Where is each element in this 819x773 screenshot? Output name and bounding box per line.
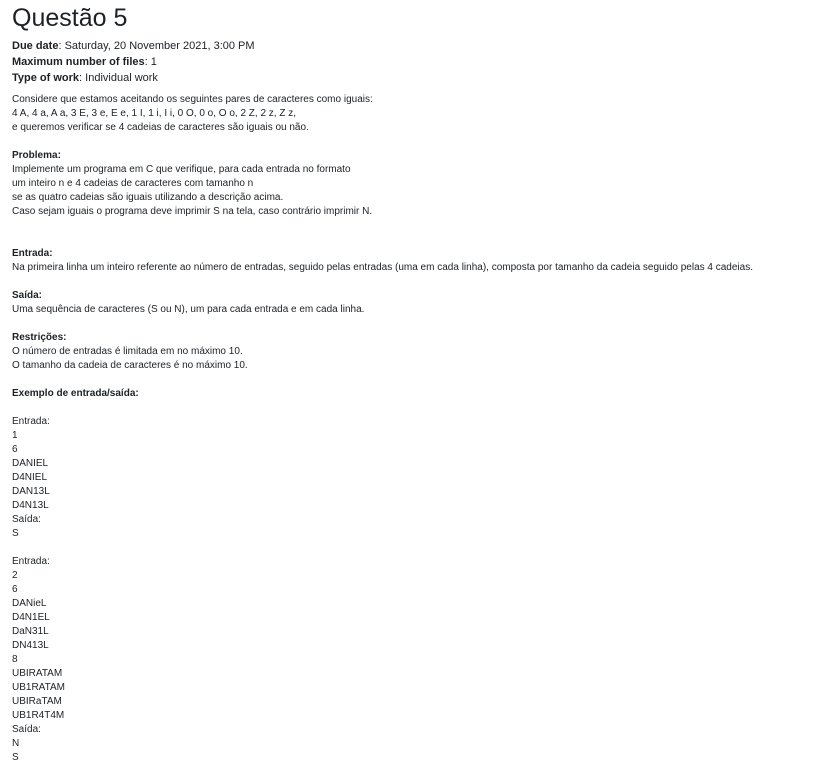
- description-line: Uma sequência de caracteres (S ou N), um…: [12, 304, 365, 315]
- meta-label: Maximum number of files: [12, 56, 145, 68]
- description-line: DANIEL: [12, 458, 49, 469]
- assignment-meta: Due date: Saturday, 20 November 2021, 3:…: [12, 38, 255, 86]
- section-heading: Entrada:: [12, 248, 53, 259]
- description-line: UBIRaTAM: [12, 696, 62, 707]
- description-line: Implemente um programa em C que verifiqu…: [12, 164, 351, 175]
- meta-due-date: Due date: Saturday, 20 November 2021, 3:…: [12, 40, 255, 52]
- description-line: Entrada:: [12, 416, 50, 427]
- description-line: D4N1EL: [12, 612, 50, 623]
- section-heading: Saída:: [12, 290, 43, 301]
- description-line: D4NIEL: [12, 472, 48, 483]
- description-line: e queremos verificar se 4 cadeias de car…: [12, 122, 309, 133]
- description-line: D4N13L: [12, 500, 49, 511]
- description-line: 6: [12, 444, 18, 455]
- description-line: DAN13L: [12, 486, 50, 497]
- section-heading: Restrições:: [12, 332, 67, 343]
- description-line: um inteiro n e 4 cadeias de caracteres c…: [12, 178, 254, 189]
- description-line: Caso sejam iguais o programa deve imprim…: [12, 206, 373, 217]
- section-heading: Exemplo de entrada/saída:: [12, 388, 139, 399]
- description-line: Saída:: [12, 724, 41, 735]
- meta-label: Type of work: [12, 72, 80, 84]
- description-line: UB1R4T4M: [12, 710, 65, 721]
- description-line: 6: [12, 584, 18, 595]
- meta-max-files: Maximum number of files: 1: [12, 56, 157, 68]
- meta-label: Due date: [12, 40, 59, 52]
- description-line: DaN31L: [12, 626, 49, 637]
- description-line: O número de entradas é limitada em no má…: [12, 346, 243, 357]
- meta-value: 1: [150, 56, 157, 68]
- section-heading: Problema:: [12, 150, 61, 161]
- description-line: 1: [12, 430, 18, 441]
- description-line: S: [12, 752, 19, 763]
- description-line: S: [12, 528, 19, 539]
- description-line: N: [12, 738, 20, 749]
- description-line: DN413L: [12, 640, 49, 651]
- description-line: Entrada:: [12, 556, 50, 567]
- description-line: 8: [12, 654, 18, 665]
- meta-value: Individual work: [85, 72, 158, 84]
- meta-type-of-work: Type of work: Individual work: [12, 72, 158, 84]
- description-line: O tamanho da cadeia de caracteres é no m…: [12, 360, 248, 371]
- description-line: 4 A, 4 a, A a, 3 E, 3 e, E e, 1 I, 1 i, …: [12, 108, 297, 119]
- description-line: 2: [12, 570, 18, 581]
- description-line: se as quatro cadeias são iguais utilizan…: [12, 192, 284, 203]
- description-line: UB1RATAM: [12, 682, 65, 693]
- description-line: Saída:: [12, 514, 41, 525]
- description-line: DANieL: [12, 598, 47, 609]
- description-line: Na primeira linha um inteiro referente a…: [12, 262, 753, 273]
- assignment-description: Considere que estamos aceitando os segui…: [12, 93, 753, 765]
- page-title: Questão 5: [12, 4, 128, 32]
- description-line: UBIRATAM: [12, 668, 63, 679]
- meta-value: Saturday, 20 November 2021, 3:00 PM: [64, 40, 255, 52]
- description-line: Considere que estamos aceitando os segui…: [12, 94, 373, 105]
